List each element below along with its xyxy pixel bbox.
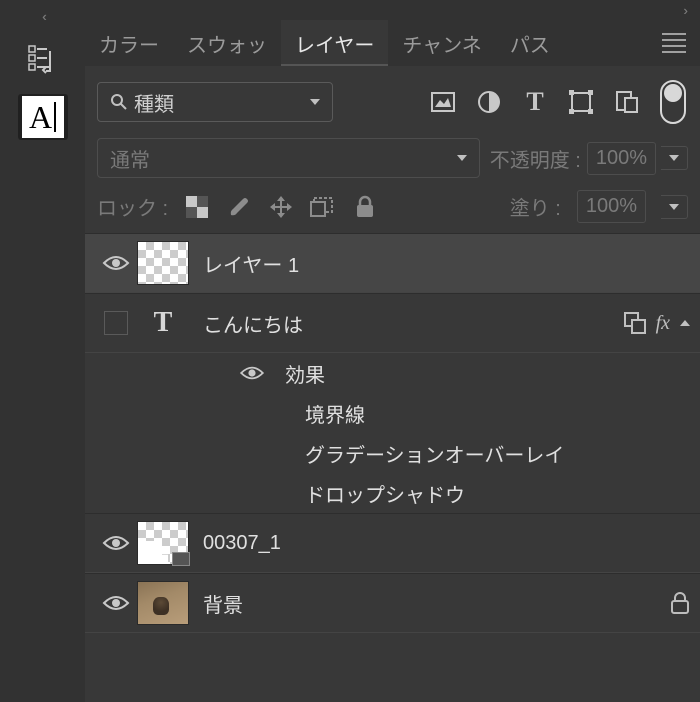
effects-header-row[interactable]: 効果 <box>85 353 700 393</box>
lock-artboard-icon[interactable] <box>310 194 336 220</box>
filter-kind-label: 種類 <box>134 88 174 117</box>
layer-name[interactable]: 00307_1 <box>203 532 690 555</box>
lock-icon[interactable] <box>670 591 690 615</box>
fill-input[interactable]: 100% <box>577 190 646 223</box>
chevron-down-icon <box>457 155 467 161</box>
tab-layers[interactable]: レイヤー <box>281 20 388 66</box>
visibility-toggle[interactable] <box>95 253 137 273</box>
text-tool-button[interactable]: A <box>18 94 68 140</box>
filter-pixel-icon[interactable] <box>430 89 456 115</box>
tab-channels[interactable]: チャンネ <box>388 20 495 66</box>
fill-label: 塗り : <box>510 192 561 221</box>
lock-transparency-icon[interactable] <box>184 194 210 220</box>
lock-row: ロック : 塗り : 100% <box>85 184 700 233</box>
effect-row[interactable]: ドロップシャドウ <box>85 473 700 513</box>
collapse-left-icon[interactable]: ‹‹ <box>0 8 85 24</box>
panel-icon <box>28 45 58 77</box>
lock-all-icon[interactable] <box>352 194 378 220</box>
layers-list: レイヤー 1 T こんにちは fx <box>85 233 700 702</box>
layer-row[interactable]: 背景 <box>85 573 700 633</box>
layer-row[interactable]: 00307_1 <box>85 513 700 573</box>
opacity-input[interactable]: 100% <box>587 142 656 175</box>
panel-strip: ›› <box>85 0 700 20</box>
link-icon[interactable] <box>624 312 646 334</box>
lock-position-icon[interactable] <box>268 194 294 220</box>
filter-adjustment-icon[interactable] <box>476 89 502 115</box>
effect-row[interactable]: 境界線 <box>85 393 700 433</box>
visibility-toggle[interactable] <box>95 533 137 553</box>
expand-right-icon[interactable]: ›› <box>683 3 684 18</box>
filter-kind-dropdown[interactable]: 種類 <box>97 82 333 122</box>
type-layer-icon: T <box>137 307 189 339</box>
filter-toggle-switch[interactable] <box>660 80 686 124</box>
smart-object-badge <box>172 552 190 566</box>
visibility-toggle[interactable] <box>231 364 273 382</box>
filter-type-icon[interactable]: T <box>522 89 548 115</box>
tab-swatches[interactable]: スウォッ <box>173 20 281 66</box>
blend-mode-value: 通常 <box>110 144 150 173</box>
visibility-toggle[interactable] <box>95 593 137 613</box>
visibility-toggle[interactable] <box>95 311 137 335</box>
opacity-label: 不透明度 : <box>490 144 581 173</box>
panel-column: ›› カラー スウォッ レイヤー チャンネ パス 種類 <box>85 0 700 702</box>
tab-color[interactable]: カラー <box>85 20 173 66</box>
filter-smart-icon[interactable] <box>614 89 640 115</box>
filter-shape-icon[interactable] <box>568 89 594 115</box>
fx-badge[interactable]: fx <box>656 312 670 335</box>
effect-name: グラデーションオーバーレイ <box>295 439 690 468</box>
search-icon <box>110 93 128 111</box>
effect-name: 境界線 <box>295 399 690 428</box>
layer-thumbnail[interactable] <box>137 581 189 625</box>
fx-collapse-icon[interactable] <box>680 320 690 326</box>
blend-row: 通常 不透明度 : 100% <box>85 132 700 184</box>
layer-thumbnail[interactable] <box>137 521 189 565</box>
effects-label: 効果 <box>245 359 690 388</box>
layer-name[interactable]: こんにちは <box>203 309 624 338</box>
chevron-down-icon <box>310 99 320 105</box>
layer-row[interactable]: T こんにちは fx <box>85 293 700 353</box>
effect-name: ドロップシャドウ <box>295 479 690 508</box>
text-tool-icon: A <box>22 96 64 138</box>
lock-label: ロック : <box>97 192 168 221</box>
layers-panel: 種類 T <box>85 66 700 702</box>
tab-paths[interactable]: パス <box>496 20 564 66</box>
lock-paint-icon[interactable] <box>226 194 252 220</box>
fill-caret[interactable] <box>661 195 688 219</box>
layer-name[interactable]: レイヤー 1 <box>203 249 690 278</box>
layer-filter-row: 種類 T <box>85 76 700 132</box>
layer-row[interactable]: レイヤー 1 <box>85 233 700 293</box>
layer-thumbnail[interactable] <box>137 241 189 285</box>
panel-tabs: カラー スウォッ レイヤー チャンネ パス <box>85 20 700 66</box>
tool-rail: ‹‹ A <box>0 0 85 702</box>
panel-toggle-button[interactable] <box>18 38 68 84</box>
opacity-caret[interactable] <box>661 146 688 170</box>
blend-mode-dropdown[interactable]: 通常 <box>97 138 480 178</box>
layer-name[interactable]: 背景 <box>203 589 670 618</box>
effect-row[interactable]: グラデーションオーバーレイ <box>85 433 700 473</box>
panel-menu-button[interactable] <box>662 33 686 53</box>
